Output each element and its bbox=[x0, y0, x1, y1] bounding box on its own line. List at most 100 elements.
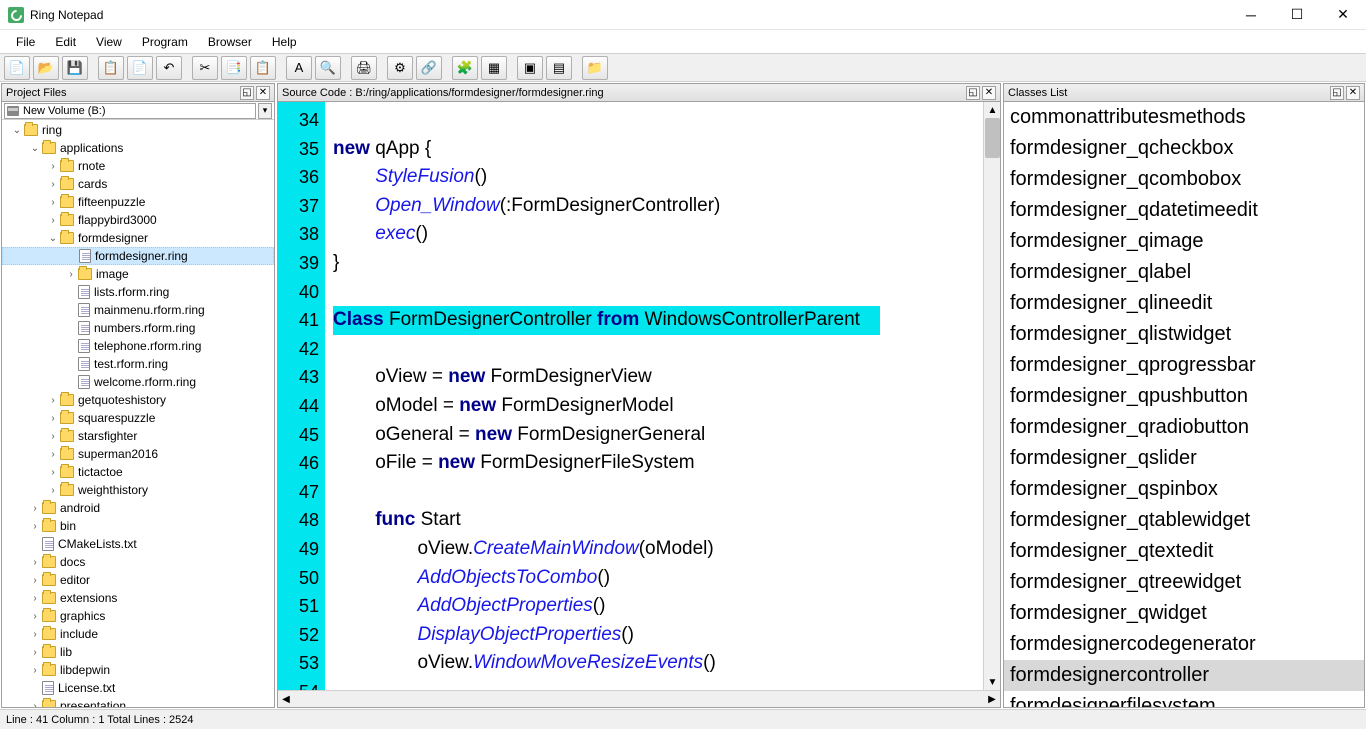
tree-folder[interactable]: ›graphics bbox=[2, 607, 274, 625]
code-line[interactable]: new qApp { bbox=[333, 135, 983, 164]
scroll-up-icon[interactable]: ▲ bbox=[984, 102, 1000, 118]
class-item[interactable]: formdesigner_qlineedit bbox=[1004, 288, 1364, 319]
tool-font[interactable]: A bbox=[286, 56, 312, 80]
tree-file[interactable]: ·telephone.rform.ring bbox=[2, 337, 274, 355]
project-tree[interactable]: ⌄ring⌄applications›rnote›cards›fifteenpu… bbox=[2, 120, 274, 707]
menu-browser[interactable]: Browser bbox=[198, 32, 262, 52]
tree-folder[interactable]: ›include bbox=[2, 625, 274, 643]
class-item[interactable]: formdesigner_qspinbox bbox=[1004, 474, 1364, 505]
code-line[interactable]: oView.WindowMoveResizeEvents() bbox=[333, 649, 983, 678]
tool-run-gui[interactable]: 🔗 bbox=[416, 56, 442, 80]
tree-file[interactable]: ·CMakeLists.txt bbox=[2, 535, 274, 553]
tool-paste[interactable]: 📄 bbox=[127, 56, 153, 80]
maximize-button[interactable]: ☐ bbox=[1274, 0, 1320, 30]
menu-edit[interactable]: Edit bbox=[45, 32, 86, 52]
class-item[interactable]: formdesigner_qcombobox bbox=[1004, 164, 1364, 195]
class-item[interactable]: formdesigner_qpushbutton bbox=[1004, 381, 1364, 412]
code-line[interactable] bbox=[333, 106, 983, 135]
scroll-right-icon[interactable]: ▶ bbox=[984, 691, 1000, 708]
chevron-down-icon[interactable]: ⌄ bbox=[46, 233, 60, 244]
tool-debug[interactable]: 🧩 bbox=[452, 56, 478, 80]
menu-file[interactable]: File bbox=[6, 32, 45, 52]
scroll-down-icon[interactable]: ▼ bbox=[984, 674, 1000, 690]
chevron-right-icon[interactable]: › bbox=[46, 215, 60, 226]
code-line[interactable]: oView.CreateMainWindow(oModel) bbox=[333, 535, 983, 564]
tree-folder[interactable]: ›flappybird3000 bbox=[2, 211, 274, 229]
code-line[interactable]: StyleFusion() bbox=[333, 163, 983, 192]
panel-float-button[interactable]: ◱ bbox=[966, 86, 980, 100]
class-item[interactable]: formdesigner_qdatetimeedit bbox=[1004, 195, 1364, 226]
chevron-right-icon[interactable]: › bbox=[46, 179, 60, 190]
horizontal-scrollbar[interactable]: ◀ ▶ bbox=[278, 690, 1000, 707]
tool-undo[interactable]: ↶ bbox=[156, 56, 182, 80]
tree-folder[interactable]: ›weighthistory bbox=[2, 481, 274, 499]
tool-copy2[interactable]: 📑 bbox=[221, 56, 247, 80]
class-item[interactable]: formdesignercodegenerator bbox=[1004, 629, 1364, 660]
code-line[interactable]: oView = new FormDesignerView bbox=[333, 363, 983, 392]
chevron-right-icon[interactable]: › bbox=[46, 467, 60, 478]
chevron-right-icon[interactable]: › bbox=[28, 593, 42, 604]
chevron-right-icon[interactable]: › bbox=[46, 449, 60, 460]
class-item[interactable]: formdesigner_qradiobutton bbox=[1004, 412, 1364, 443]
tree-file[interactable]: ·formdesigner.ring bbox=[2, 247, 274, 265]
tree-folder[interactable]: ›bin bbox=[2, 517, 274, 535]
close-button[interactable]: ✕ bbox=[1320, 0, 1366, 30]
menu-program[interactable]: Program bbox=[132, 32, 198, 52]
code-line[interactable]: exec() bbox=[333, 220, 983, 249]
code-line[interactable]: func Start bbox=[333, 506, 983, 535]
tool-print[interactable]: 🖨 bbox=[351, 56, 377, 80]
class-item[interactable]: formdesigner_qlistwidget bbox=[1004, 319, 1364, 350]
class-item[interactable]: formdesigner_qcheckbox bbox=[1004, 133, 1364, 164]
chevron-down-icon[interactable]: ⌄ bbox=[28, 143, 42, 154]
chevron-right-icon[interactable]: › bbox=[28, 665, 42, 676]
class-item[interactable]: formdesigner_qwidget bbox=[1004, 598, 1364, 629]
chevron-right-icon[interactable]: › bbox=[28, 611, 42, 622]
class-item[interactable]: formdesigner_qtreewidget bbox=[1004, 567, 1364, 598]
tree-file[interactable]: ·lists.rform.ring bbox=[2, 283, 274, 301]
tree-folder[interactable]: ›tictactoe bbox=[2, 463, 274, 481]
tree-folder[interactable]: ›cards bbox=[2, 175, 274, 193]
drive-combobox[interactable]: New Volume (B:) bbox=[4, 103, 256, 119]
panel-float-button[interactable]: ◱ bbox=[240, 86, 254, 100]
scroll-thumb[interactable] bbox=[985, 118, 1000, 158]
tree-folder[interactable]: ›superman2016 bbox=[2, 445, 274, 463]
chevron-right-icon[interactable]: › bbox=[46, 431, 60, 442]
chevron-right-icon[interactable]: › bbox=[28, 575, 42, 586]
chevron-right-icon[interactable]: › bbox=[28, 521, 42, 532]
tree-folder[interactable]: ›rnote bbox=[2, 157, 274, 175]
tree-file[interactable]: ·mainmenu.rform.ring bbox=[2, 301, 274, 319]
panel-close-button[interactable]: ✕ bbox=[256, 86, 270, 100]
menu-view[interactable]: View bbox=[86, 32, 132, 52]
tree-folder[interactable]: ›lib bbox=[2, 643, 274, 661]
code-line[interactable]: AddObjectsToCombo() bbox=[333, 564, 983, 593]
tool-find[interactable]: 🔍 bbox=[315, 56, 341, 80]
code-line[interactable]: oFile = new FormDesignerFileSystem bbox=[333, 449, 983, 478]
tree-folder[interactable]: ›android bbox=[2, 499, 274, 517]
classes-listbox[interactable]: commonattributesmethodsformdesigner_qche… bbox=[1004, 102, 1364, 707]
tool-open-file[interactable]: 📂 bbox=[33, 56, 59, 80]
code-line[interactable]: } bbox=[333, 249, 983, 278]
class-item[interactable]: formdesigner_qslider bbox=[1004, 443, 1364, 474]
menu-help[interactable]: Help bbox=[262, 32, 307, 52]
panel-float-button[interactable]: ◱ bbox=[1330, 86, 1344, 100]
tree-file[interactable]: ·test.rform.ring bbox=[2, 355, 274, 373]
code-line[interactable]: oGeneral = new FormDesignerGeneral bbox=[333, 421, 983, 450]
tree-folder[interactable]: ⌄applications bbox=[2, 139, 274, 157]
code-line[interactable] bbox=[333, 278, 983, 307]
tree-folder[interactable]: ›presentation bbox=[2, 697, 274, 707]
chevron-right-icon[interactable]: › bbox=[46, 485, 60, 496]
panel-close-button[interactable]: ✕ bbox=[982, 86, 996, 100]
chevron-right-icon[interactable]: › bbox=[46, 161, 60, 172]
code-line[interactable]: AddObjectProperties() bbox=[333, 592, 983, 621]
tool-form-designer[interactable]: ▣ bbox=[517, 56, 543, 80]
tool-save-file[interactable]: 💾 bbox=[62, 56, 88, 80]
chevron-right-icon[interactable]: › bbox=[28, 557, 42, 568]
code-line[interactable] bbox=[333, 478, 983, 507]
tool-run[interactable]: ⚙ bbox=[387, 56, 413, 80]
tree-file[interactable]: ·License.txt bbox=[2, 679, 274, 697]
tree-folder[interactable]: ⌄ring bbox=[2, 121, 274, 139]
class-item[interactable]: formdesigner_qprogressbar bbox=[1004, 350, 1364, 381]
class-item[interactable]: formdesignercontroller bbox=[1004, 660, 1364, 691]
code-line[interactable] bbox=[333, 335, 983, 364]
tree-folder[interactable]: ›editor bbox=[2, 571, 274, 589]
